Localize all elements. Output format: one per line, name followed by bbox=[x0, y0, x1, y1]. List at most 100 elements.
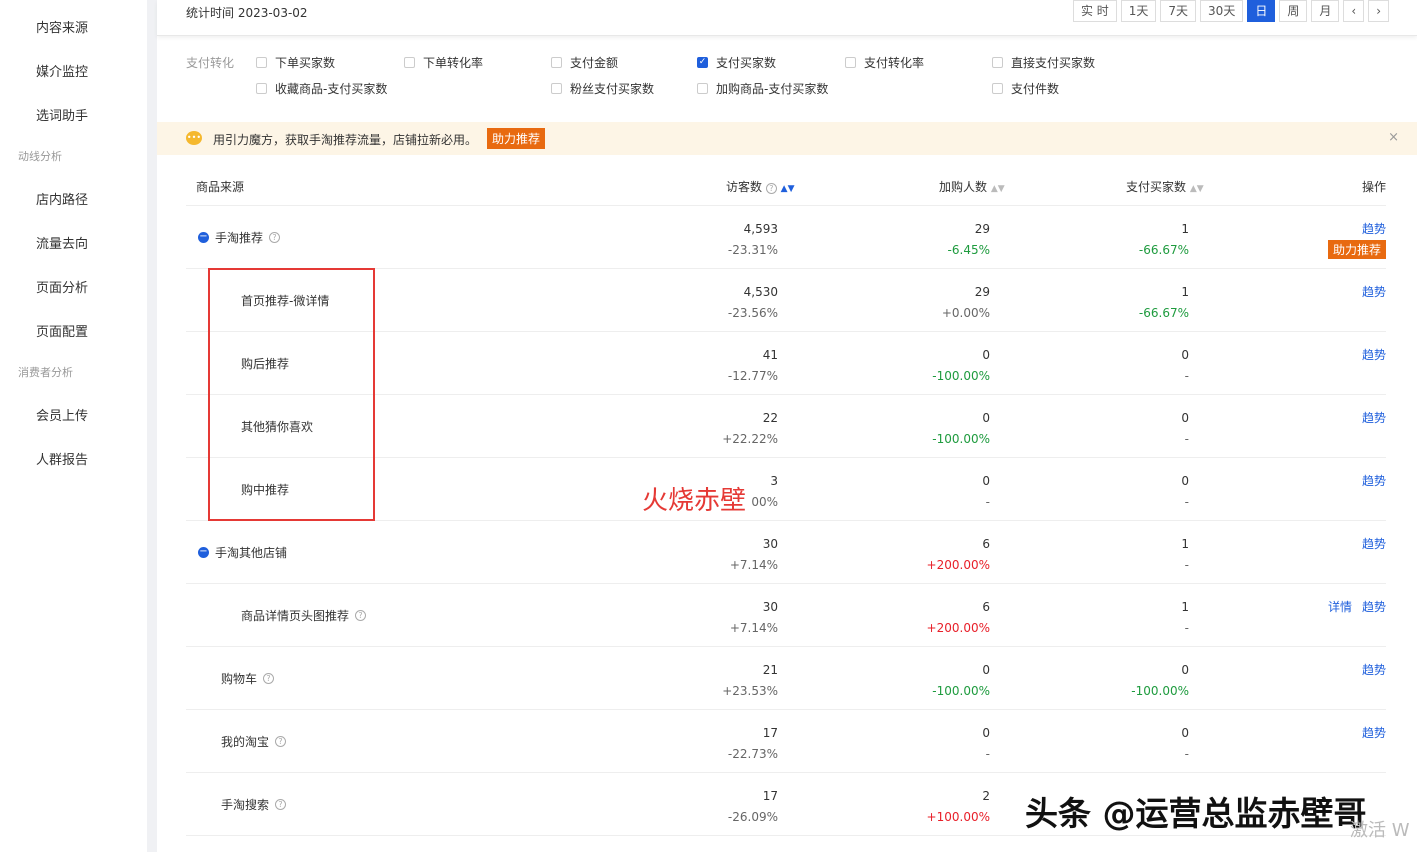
date-button[interactable]: › bbox=[1368, 0, 1389, 22]
date-button[interactable]: 日 bbox=[1247, 0, 1275, 22]
boost-recommend-button[interactable]: 助力推荐 bbox=[487, 128, 545, 149]
date-button[interactable]: 30天 bbox=[1200, 0, 1243, 22]
row-actions: 趋势 bbox=[1352, 346, 1386, 363]
pay-change: - bbox=[1069, 366, 1189, 387]
trend-link[interactable]: 趋势 bbox=[1362, 474, 1386, 488]
checkbox-icon[interactable] bbox=[992, 83, 1003, 94]
row-actions: 详情趋势 bbox=[1318, 598, 1386, 615]
checkbox-icon[interactable] bbox=[404, 57, 415, 68]
metric-checkbox[interactable]: 加购商品-支付买家数 bbox=[697, 80, 828, 97]
metric-checkbox[interactable]: 直接支付买家数 bbox=[992, 54, 1095, 71]
cart-change: -100.00% bbox=[870, 681, 990, 702]
trend-link[interactable]: 趋势 bbox=[1362, 285, 1386, 299]
pay-value: 1 bbox=[1069, 282, 1189, 303]
sidebar-item[interactable]: 选词助手 bbox=[36, 105, 88, 124]
help-icon[interactable]: ? bbox=[263, 673, 274, 684]
collapse-icon[interactable]: − bbox=[198, 547, 209, 558]
row-actions: 趋势 bbox=[1352, 472, 1386, 489]
trend-link[interactable]: 趋势 bbox=[1362, 663, 1386, 677]
checkbox-label: 粉丝支付买家数 bbox=[570, 80, 654, 97]
table-row: −手淘其他店铺30+7.14%6+200.00%1-趋势 bbox=[186, 521, 1386, 584]
sort-icon[interactable]: ▲▼ bbox=[991, 184, 1005, 194]
visitors-value: 17 bbox=[658, 723, 778, 744]
collapse-icon[interactable]: − bbox=[198, 232, 209, 243]
sort-icon[interactable]: ▲▼ bbox=[1190, 184, 1204, 194]
checkbox-icon[interactable]: ✓ bbox=[697, 57, 708, 68]
metric-checkbox[interactable]: 支付件数 bbox=[992, 80, 1059, 97]
sidebar-item[interactable]: 内容来源 bbox=[36, 17, 88, 36]
col-visitors[interactable]: 访客数 ? ▲▼ bbox=[726, 178, 795, 195]
col-pay[interactable]: 支付买家数 ▲▼ bbox=[1126, 178, 1204, 195]
trend-link[interactable]: 趋势 bbox=[1362, 222, 1386, 236]
sidebar-item[interactable]: 页面分析 bbox=[36, 277, 88, 296]
pay-cell: 0- bbox=[1069, 345, 1189, 387]
metric-checkbox[interactable]: 支付转化率 bbox=[845, 54, 924, 71]
sidebar-group-label: 消费者分析 bbox=[18, 364, 73, 380]
date-button[interactable]: 7天 bbox=[1160, 0, 1196, 22]
metric-checkbox[interactable]: 粉丝支付买家数 bbox=[551, 80, 654, 97]
sidebar-item[interactable]: 媒介监控 bbox=[36, 61, 88, 80]
detail-link[interactable]: 详情 bbox=[1328, 600, 1352, 614]
help-icon[interactable]: ? bbox=[355, 610, 366, 621]
metric-checkbox[interactable]: 下单转化率 bbox=[404, 54, 483, 71]
date-button[interactable]: 1天 bbox=[1121, 0, 1157, 22]
checkbox-label: 支付转化率 bbox=[864, 54, 924, 71]
checkbox-icon[interactable] bbox=[256, 57, 267, 68]
boost-recommend-button[interactable]: 助力推荐 bbox=[1328, 240, 1386, 259]
cart-value: 0 bbox=[870, 345, 990, 366]
cart-change: +100.00% bbox=[870, 807, 990, 828]
sidebar-item[interactable]: 流量去向 bbox=[36, 233, 88, 252]
sidebar-item[interactable]: 页面配置 bbox=[36, 321, 88, 340]
sort-icon[interactable]: ▲▼ bbox=[781, 184, 795, 194]
metric-filters: 支付转化 下单买家数下单转化率支付金额✓支付买家数支付转化率直接支付买家数收藏商… bbox=[186, 52, 1417, 102]
metric-checkbox[interactable]: 收藏商品-支付买家数 bbox=[256, 80, 387, 97]
checkbox-icon[interactable] bbox=[551, 83, 562, 94]
visitors-change: -12.77% bbox=[658, 366, 778, 387]
source-name: 手淘搜索? bbox=[221, 796, 286, 813]
trend-link[interactable]: 趋势 bbox=[1362, 600, 1386, 614]
visitors-value: 30 bbox=[658, 534, 778, 555]
checkbox-label: 支付买家数 bbox=[716, 54, 776, 71]
cart-change: -100.00% bbox=[870, 366, 990, 387]
highlight-box bbox=[208, 268, 375, 521]
help-icon[interactable]: ? bbox=[269, 232, 280, 243]
source-label: 手淘搜索 bbox=[221, 796, 269, 813]
col-pay-label: 支付买家数 bbox=[1126, 180, 1186, 194]
help-icon[interactable]: ? bbox=[275, 736, 286, 747]
visitors-cell: 30+7.14% bbox=[658, 597, 778, 639]
checkbox-icon[interactable] bbox=[992, 57, 1003, 68]
date-button[interactable]: 实 时 bbox=[1073, 0, 1117, 22]
checkbox-icon[interactable] bbox=[551, 57, 562, 68]
sidebar-item[interactable]: 店内路径 bbox=[36, 189, 88, 208]
checkbox-icon[interactable] bbox=[256, 83, 267, 94]
trend-link[interactable]: 趋势 bbox=[1362, 348, 1386, 362]
sidebar-item[interactable]: 会员上传 bbox=[36, 405, 88, 424]
col-cart[interactable]: 加购人数 ▲▼ bbox=[939, 178, 1005, 195]
trend-link[interactable]: 趋势 bbox=[1362, 537, 1386, 551]
pay-value: 1 bbox=[1069, 597, 1189, 618]
visitors-change: +7.14% bbox=[658, 555, 778, 576]
sidebar-item[interactable]: 人群报告 bbox=[36, 449, 88, 468]
metric-checkbox[interactable]: ✓ 支付买家数 bbox=[697, 54, 776, 71]
metric-checkbox[interactable]: 下单买家数 bbox=[256, 54, 335, 71]
metric-checkbox[interactable]: 支付金额 bbox=[551, 54, 618, 71]
date-button[interactable]: 周 bbox=[1279, 0, 1307, 22]
help-icon[interactable]: ? bbox=[275, 799, 286, 810]
visitors-cell: 41-12.77% bbox=[658, 345, 778, 387]
cart-change: - bbox=[870, 492, 990, 513]
pay-cell: 1- bbox=[1069, 597, 1189, 639]
pay-value: 1 bbox=[1069, 219, 1189, 240]
trend-link[interactable]: 趋势 bbox=[1362, 411, 1386, 425]
cart-cell: 0- bbox=[870, 723, 990, 765]
cart-change: +200.00% bbox=[870, 618, 990, 639]
pay-change: - bbox=[1069, 744, 1189, 765]
source-name: 商品详情页头图推荐? bbox=[241, 607, 366, 624]
checkbox-icon[interactable] bbox=[845, 57, 856, 68]
close-icon[interactable]: × bbox=[1388, 130, 1399, 145]
trend-link[interactable]: 趋势 bbox=[1362, 726, 1386, 740]
date-button[interactable]: 月 bbox=[1311, 0, 1339, 22]
checkbox-icon[interactable] bbox=[697, 83, 708, 94]
help-icon[interactable]: ? bbox=[766, 183, 777, 194]
date-button[interactable]: ‹ bbox=[1343, 0, 1364, 22]
source-label: 手淘推荐 bbox=[215, 229, 263, 246]
